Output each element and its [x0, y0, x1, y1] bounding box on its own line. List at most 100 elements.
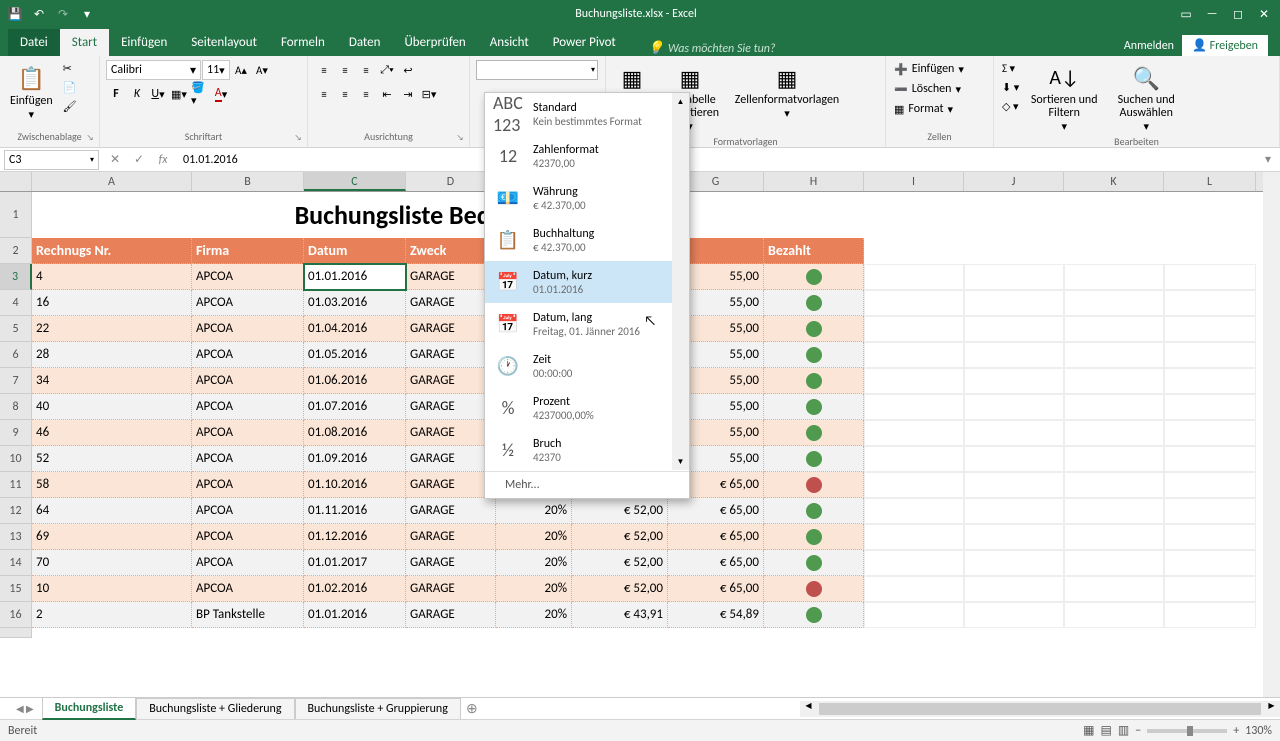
copy-button[interactable]: 📄: [61, 79, 79, 96]
share-button[interactable]: 👤 Freigeben: [1182, 35, 1268, 56]
cell[interactable]: 64: [32, 498, 192, 524]
cell[interactable]: 70: [32, 550, 192, 576]
cell[interactable]: 20%: [496, 602, 572, 628]
cell[interactable]: [864, 238, 964, 264]
table-header[interactable]: Firma: [192, 238, 304, 264]
cell[interactable]: [1064, 368, 1164, 394]
cell[interactable]: 01.04.2016: [304, 316, 406, 342]
col-header[interactable]: K: [1064, 172, 1164, 191]
cell[interactable]: 01.11.2016: [304, 498, 406, 524]
sort-filter-button[interactable]: A↓Sortieren und Filtern▾: [1025, 60, 1103, 135]
font-name-combo[interactable]: Calibri▾: [106, 60, 201, 80]
undo-icon[interactable]: ↶: [28, 3, 50, 25]
save-icon[interactable]: 💾: [4, 3, 26, 25]
cell[interactable]: 58: [32, 472, 192, 498]
cell[interactable]: [764, 498, 864, 524]
cell[interactable]: GARAGE: [406, 264, 496, 290]
cell[interactable]: [1064, 550, 1164, 576]
align-bottom-button[interactable]: ≡: [356, 60, 376, 80]
cell[interactable]: € 52,00: [572, 550, 668, 576]
view-break-icon[interactable]: ▥: [1118, 723, 1129, 738]
numfmt-item-whrung[interactable]: 💶Währung€ 42.370,00: [485, 177, 689, 219]
cell[interactable]: [1064, 420, 1164, 446]
tab-powerpivot[interactable]: Power Pivot: [541, 29, 628, 56]
vertical-scrollbar[interactable]: [1263, 172, 1280, 697]
cell[interactable]: [964, 290, 1064, 316]
cell[interactable]: [864, 576, 964, 602]
cell[interactable]: [1164, 550, 1256, 576]
view-page-icon[interactable]: ▤: [1101, 723, 1112, 738]
cell[interactable]: 01.01.2016: [304, 264, 406, 290]
table-header[interactable]: Datum: [304, 238, 406, 264]
row-header[interactable]: 5: [0, 316, 32, 342]
border-button[interactable]: ▦▾: [169, 84, 189, 104]
cell[interactable]: [964, 576, 1064, 602]
add-sheet-button[interactable]: ⊕: [461, 700, 483, 717]
cell[interactable]: APCOA: [192, 420, 304, 446]
row-header[interactable]: 16: [0, 602, 32, 628]
name-box[interactable]: C3▾: [4, 150, 99, 170]
clipboard-launcher-icon[interactable]: ↘: [83, 131, 97, 145]
cell[interactable]: [964, 342, 1064, 368]
cell[interactable]: 01.05.2016: [304, 342, 406, 368]
sheet-tab-buchungsliste[interactable]: Buchungsliste: [42, 697, 137, 720]
align-middle-button[interactable]: ≡: [335, 60, 355, 80]
align-right-button[interactable]: ≡: [356, 84, 376, 104]
bold-button[interactable]: F: [106, 84, 126, 104]
cell[interactable]: GARAGE: [406, 316, 496, 342]
cell[interactable]: € 65,00: [668, 524, 764, 550]
row-header[interactable]: 6: [0, 342, 32, 368]
cell[interactable]: 01.07.2016: [304, 394, 406, 420]
cell[interactable]: € 65,00: [668, 498, 764, 524]
row-header[interactable]: [0, 628, 32, 638]
row-header[interactable]: 13: [0, 524, 32, 550]
close-icon[interactable]: ✕: [1252, 2, 1276, 26]
paste-button[interactable]: 📋Einfügen▾: [6, 60, 57, 123]
cell[interactable]: 69: [32, 524, 192, 550]
cells-insert-button[interactable]: ➕ Einfügen ▾: [892, 60, 966, 78]
cell[interactable]: [764, 472, 864, 498]
cell[interactable]: GARAGE: [406, 420, 496, 446]
row-header[interactable]: 10: [0, 446, 32, 472]
minimize-icon[interactable]: —: [1200, 2, 1224, 26]
underline-button[interactable]: U▾: [148, 84, 168, 104]
cell[interactable]: GARAGE: [406, 602, 496, 628]
cell[interactable]: GARAGE: [406, 550, 496, 576]
cell[interactable]: [1164, 524, 1256, 550]
cell[interactable]: [1164, 342, 1256, 368]
cell[interactable]: 01.06.2016: [304, 368, 406, 394]
tab-einfuegen[interactable]: Einfügen: [109, 29, 179, 56]
cell[interactable]: [764, 290, 864, 316]
cell[interactable]: € 52,00: [572, 524, 668, 550]
zoom-in-button[interactable]: +: [1233, 724, 1239, 738]
redo-icon[interactable]: ↷: [52, 3, 74, 25]
cell[interactable]: 28: [32, 342, 192, 368]
row-header[interactable]: 7: [0, 368, 32, 394]
col-header[interactable]: A: [32, 172, 192, 191]
cell[interactable]: [964, 420, 1064, 446]
autosum-button[interactable]: Σ ▾: [1000, 60, 1021, 77]
cell[interactable]: 2: [32, 602, 192, 628]
numfmt-item-prozent[interactable]: %Prozent4237000,00%: [485, 387, 689, 429]
cell[interactable]: 22: [32, 316, 192, 342]
dropdown-scrollbar[interactable]: ▲▼: [672, 93, 689, 470]
cell[interactable]: [764, 316, 864, 342]
cell[interactable]: [1064, 394, 1164, 420]
cell[interactable]: APCOA: [192, 342, 304, 368]
cell[interactable]: [1064, 498, 1164, 524]
col-header[interactable]: J: [964, 172, 1064, 191]
numfmt-item-zeit[interactable]: 🕐Zeit00:00:00: [485, 345, 689, 387]
orientation-button[interactable]: ⤢▾: [377, 60, 397, 80]
cell[interactable]: GARAGE: [406, 368, 496, 394]
cell[interactable]: 20%: [496, 550, 572, 576]
cell[interactable]: [1064, 576, 1164, 602]
cell[interactable]: [864, 394, 964, 420]
cell[interactable]: 01.03.2016: [304, 290, 406, 316]
cell[interactable]: [764, 446, 864, 472]
cell[interactable]: [764, 264, 864, 290]
cell[interactable]: 20%: [496, 498, 572, 524]
cell[interactable]: [1064, 446, 1164, 472]
cell[interactable]: 01.08.2016: [304, 420, 406, 446]
fill-button[interactable]: ⬇ ▾: [1000, 79, 1021, 96]
cell[interactable]: [864, 290, 964, 316]
